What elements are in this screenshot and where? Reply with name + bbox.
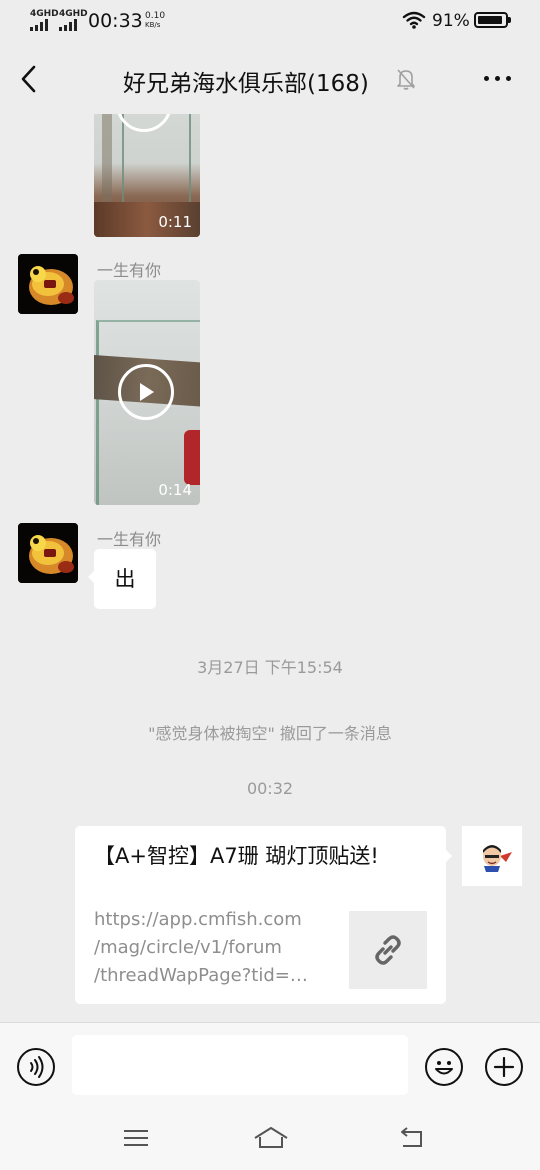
avatar[interactable] — [18, 523, 78, 583]
message-list: 0:11 一生有你 0:14 一生有你 出 3月27日 下午15:54 "感觉身… — [0, 114, 540, 1022]
emoji-icon[interactable] — [425, 1048, 463, 1086]
network-speed-value: 0.10 — [145, 11, 166, 21]
wifi-icon — [402, 11, 426, 29]
link-title: 【A+智控】A7珊 瑚灯顶贴送! — [94, 844, 379, 868]
network-type-2: 4GHD — [59, 9, 88, 19]
avatar[interactable] — [18, 254, 78, 314]
clock: 00:33 — [88, 10, 143, 32]
recall-notice: "感觉身体被掏空" 撤回了一条消息 — [148, 724, 392, 743]
signal-sim1: 4GHD — [30, 9, 59, 31]
link-icon — [375, 935, 401, 965]
status-bar: 4GHD 4GHD 00:33 0.10 KB/s 91% — [0, 0, 540, 42]
chat-header: 好兄弟海水俱乐部(168) — [0, 42, 540, 114]
my-avatar[interactable] — [462, 826, 522, 886]
play-icon[interactable] — [118, 364, 174, 420]
video-message[interactable]: 0:11 — [94, 114, 200, 237]
timestamp: 00:32 — [246, 779, 294, 798]
network-type-1: 4GHD — [30, 9, 59, 19]
link-url-line: /threadWapPage?tid=… — [94, 965, 308, 986]
video-duration: 0:11 — [158, 213, 192, 231]
network-speed-unit: KB/s — [145, 21, 161, 29]
sender-name: 一生有你 — [97, 261, 162, 280]
link-card[interactable]: 【A+智控】A7珊 瑚灯顶贴送! https://app.cmfish.com … — [75, 826, 452, 1004]
mute-bell-icon — [397, 69, 415, 90]
message-input[interactable] — [72, 1035, 408, 1095]
sender-name: 一生有你 — [97, 530, 162, 549]
link-thumbnail — [349, 911, 427, 989]
input-bar — [0, 1022, 540, 1170]
signal-sim2: 4GHD — [59, 9, 88, 31]
signal-bars-icon — [30, 19, 59, 31]
link-url: https://app.cmfish.com /mag/circle/v1/fo… — [94, 906, 330, 990]
link-url-line: https://app.cmfish.com — [94, 909, 302, 930]
network-speed: 0.10 KB/s — [145, 12, 165, 30]
battery-percent: 91% — [432, 11, 470, 31]
back-icon[interactable] — [18, 64, 40, 94]
menu-icon[interactable] — [121, 1127, 151, 1149]
back-nav-icon[interactable] — [397, 1126, 427, 1150]
message-text: 出 — [114, 567, 136, 591]
plus-icon[interactable] — [485, 1048, 523, 1086]
video-message[interactable]: 0:14 — [94, 280, 200, 505]
link-url-line: /mag/circle/v1/forum — [94, 937, 282, 958]
video-duration: 0:14 — [158, 481, 192, 499]
more-icon[interactable] — [482, 75, 514, 83]
timestamp: 3月27日 下午15:54 — [197, 658, 343, 677]
voice-icon[interactable] — [17, 1048, 55, 1086]
battery-icon — [474, 12, 511, 28]
signal-bars-icon — [59, 19, 88, 31]
text-bubble[interactable]: 出 — [88, 549, 156, 609]
chat-title: 好兄弟海水俱乐部(168) — [123, 71, 369, 97]
home-icon[interactable] — [252, 1125, 290, 1151]
